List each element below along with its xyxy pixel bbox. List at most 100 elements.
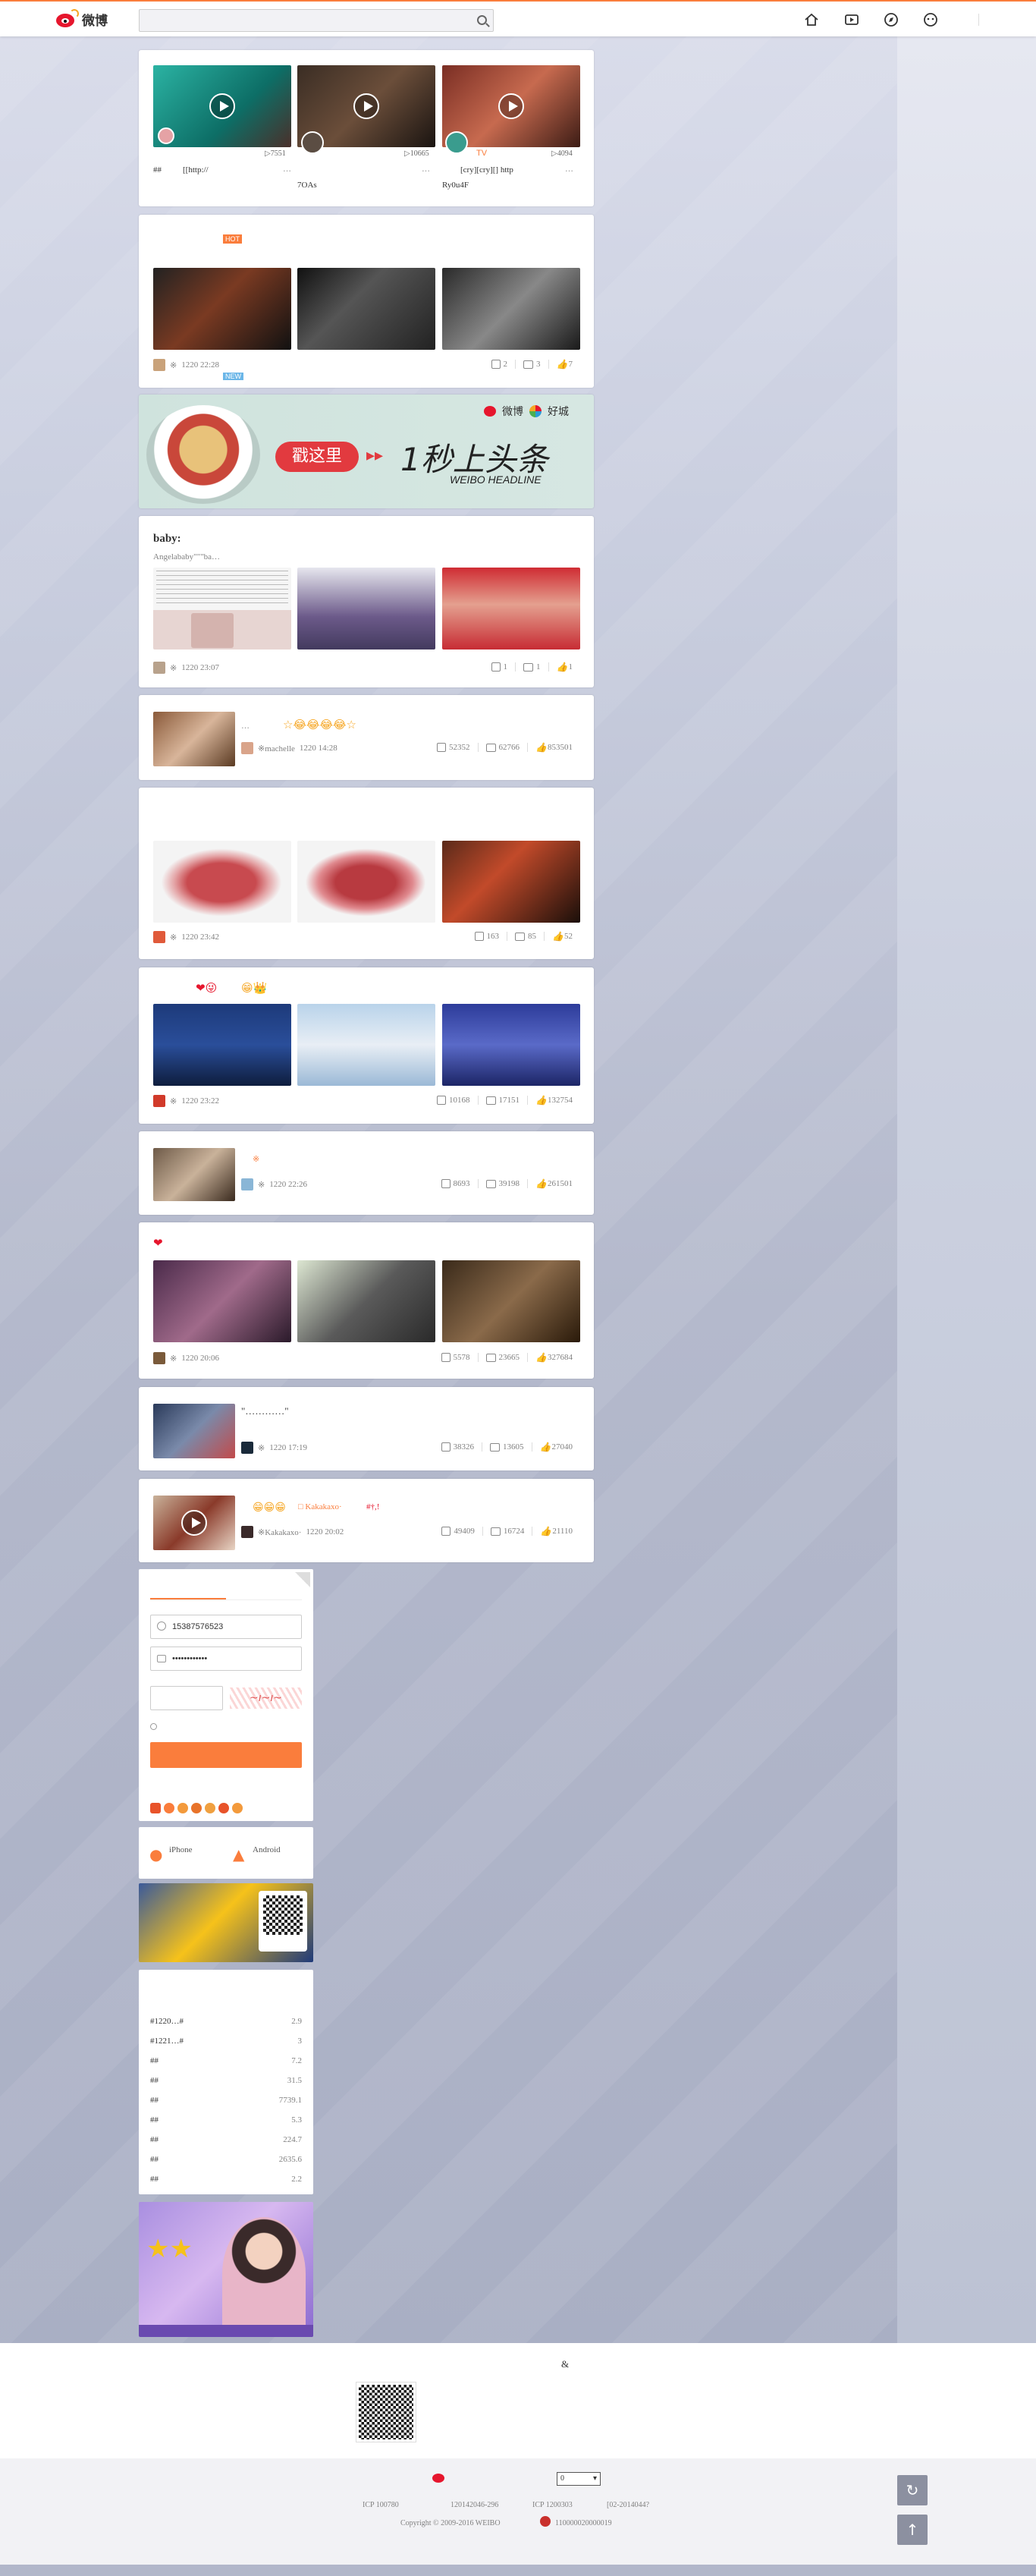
rank-item[interactable]: #1220…# 2.9	[150, 2017, 302, 2026]
share-button[interactable]: 49409	[434, 1527, 482, 1536]
post-image[interactable]	[442, 1260, 580, 1342]
post-image[interactable]	[442, 841, 580, 923]
username[interactable]: ※machelle	[258, 744, 295, 753]
post-time[interactable]: 1220 22:26	[269, 1180, 307, 1189]
android-icon[interactable]: ▲	[233, 1845, 244, 1864]
like-button[interactable]: 👍 52	[544, 932, 580, 941]
apple-icon[interactable]: ●	[149, 1845, 162, 1864]
login-button[interactable]	[150, 1742, 302, 1768]
icp-link[interactable]: 120142046-296	[451, 2501, 498, 2509]
like-button[interactable]: 👍 132754	[527, 1096, 580, 1105]
post-image[interactable]	[442, 1004, 580, 1086]
username[interactable]: ※	[170, 360, 177, 370]
username[interactable]: ※	[170, 933, 177, 942]
comment-button[interactable]: 13605	[482, 1442, 532, 1452]
comment-button[interactable]: 16724	[482, 1527, 532, 1536]
video-caption[interactable]: [[http://	[183, 165, 209, 175]
captcha-image[interactable]: ~ı~ı~	[230, 1687, 302, 1709]
like-button[interactable]: 👍 853501	[527, 743, 580, 752]
comment-button[interactable]: 62766	[477, 743, 528, 752]
username-field[interactable]: 15387576523	[150, 1615, 302, 1639]
share-button[interactable]: 163	[467, 932, 507, 941]
android-link[interactable]: Android	[253, 1845, 281, 1854]
topic-tag[interactable]: ※	[253, 1154, 259, 1164]
social-icon[interactable]	[218, 1803, 229, 1813]
comment-button[interactable]: 1	[515, 662, 548, 672]
post-time[interactable]: 1220 23:42	[181, 933, 219, 942]
share-button[interactable]: 52352	[429, 743, 478, 752]
police-record[interactable]: 110000020000019	[555, 2519, 612, 2527]
video-thumb[interactable]	[153, 1496, 235, 1550]
post-image[interactable]	[442, 268, 580, 350]
rank-item[interactable]: ## 7739.1	[150, 2096, 302, 2105]
comment-button[interactable]: 17151	[477, 1096, 528, 1105]
social-icon[interactable]	[150, 1803, 161, 1813]
social-icon[interactable]	[191, 1803, 202, 1813]
post-image[interactable]	[153, 1260, 291, 1342]
password-field[interactable]: ••••••••••••	[150, 1647, 302, 1671]
rank-item[interactable]: ## 5.3	[150, 2115, 302, 2125]
like-button[interactable]: 👍 327684	[527, 1353, 580, 1362]
icp-link[interactable]: ICP 1200303	[532, 2501, 573, 2509]
post-time[interactable]: 1220 23:22	[181, 1096, 219, 1106]
rank-item[interactable]: ## 7.2	[150, 2056, 302, 2065]
post-time[interactable]: 1220 22:28	[181, 360, 219, 370]
play-icon[interactable]	[209, 93, 235, 119]
social-icon[interactable]	[164, 1803, 174, 1813]
post-image[interactable]	[153, 1404, 235, 1458]
share-button[interactable]: 5578	[434, 1353, 478, 1362]
share-button[interactable]: 38326	[434, 1442, 482, 1452]
post-image[interactable]	[153, 1004, 291, 1086]
social-icon[interactable]	[177, 1803, 188, 1813]
search-icon[interactable]	[477, 15, 487, 25]
post-image[interactable]	[297, 568, 435, 650]
video-caption[interactable]: 7OAs	[297, 181, 317, 190]
share-button[interactable]: 1	[484, 662, 516, 672]
username[interactable]: ※	[170, 1096, 177, 1106]
post-image[interactable]	[297, 1260, 435, 1342]
iphone-link[interactable]: iPhone	[169, 1845, 193, 1854]
refresh-button[interactable]: ↻	[897, 2475, 928, 2505]
username[interactable]: ※	[258, 1180, 265, 1190]
rank-item[interactable]: ## 224.7	[150, 2135, 302, 2144]
like-button[interactable]: 👍 7	[548, 360, 581, 369]
like-button[interactable]: 👍 27040	[531, 1442, 581, 1452]
map-image[interactable]	[297, 841, 435, 923]
mention-link[interactable]: □ Kakakaxo·	[298, 1502, 342, 1511]
video-icon[interactable]	[843, 11, 860, 28]
play-icon[interactable]	[353, 93, 379, 119]
like-button[interactable]: 👍 1	[548, 662, 581, 672]
post-image[interactable]	[153, 1148, 235, 1201]
play-icon[interactable]	[498, 93, 524, 119]
share-button[interactable]: 10168	[429, 1096, 478, 1105]
post-image[interactable]	[297, 268, 435, 350]
icp-link[interactable]: ICP 100780	[363, 2501, 399, 2509]
like-button[interactable]: 👍 21110	[532, 1527, 580, 1536]
share-button[interactable]: 8693	[434, 1179, 478, 1188]
qr-toggle-icon[interactable]	[295, 1572, 310, 1587]
language-select[interactable]: 0 ▾	[557, 2472, 601, 2486]
captcha-input[interactable]	[150, 1686, 223, 1710]
post-image[interactable]	[153, 268, 291, 350]
post-image[interactable]	[153, 712, 235, 766]
post-time[interactable]: 1220 14:28	[300, 744, 337, 753]
back-to-top-button[interactable]: ↑	[897, 2515, 928, 2545]
username[interactable]: ※	[170, 1354, 177, 1363]
rank-item[interactable]: ## 31.5	[150, 2076, 302, 2085]
video-caption[interactable]: [cry][cry][] http	[460, 165, 513, 175]
icp-link[interactable]: [02-2014044?	[607, 2501, 649, 2509]
social-icon[interactable]	[232, 1803, 243, 1813]
home-icon[interactable]	[803, 11, 820, 28]
play-icon[interactable]	[181, 1510, 207, 1536]
discover-icon[interactable]	[883, 11, 899, 28]
username[interactable]: ※Kakakaxo·	[258, 1527, 301, 1537]
side-ad[interactable]	[139, 1883, 313, 1962]
comment-button[interactable]: 23665	[477, 1353, 528, 1362]
rank-item[interactable]: ## 2.2	[150, 2175, 302, 2184]
map-image[interactable]	[153, 841, 291, 923]
comment-button[interactable]: 85	[507, 932, 544, 941]
comment-button[interactable]: 39198	[477, 1179, 528, 1188]
share-button[interactable]: 2	[484, 360, 516, 369]
headline-banner[interactable]: 戳这里 ▸▸ 1秒上头条 WEIBO HEADLINE 微博 好城	[139, 395, 594, 508]
game-icon[interactable]	[922, 11, 939, 28]
